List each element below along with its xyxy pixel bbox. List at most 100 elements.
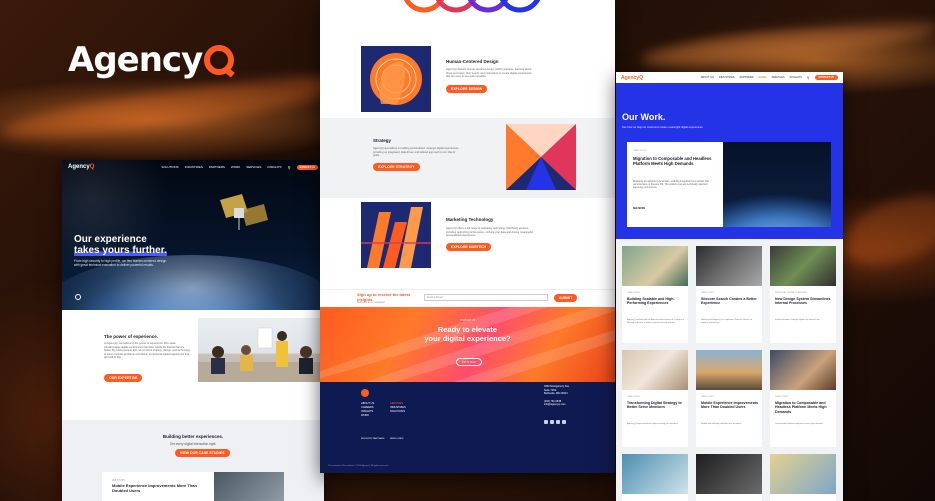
case-study-card[interactable]: AMI STUDY Mobile Experience Improvements… <box>102 472 214 501</box>
footer-link[interactable]: WORK <box>361 414 374 418</box>
people-icon <box>198 327 324 382</box>
service-hcd: Human-Centered Design AgencyQ delivers h… <box>320 44 615 116</box>
cta-kicker: CONTACT US <box>459 319 476 322</box>
service-martech: Marketing Technology AgencyQ offers a fu… <box>320 200 615 280</box>
work-hero: Our Work. See how we help our customers … <box>616 83 843 239</box>
nav-item-services[interactable]: SERVICES <box>246 165 261 169</box>
card-body: AgencyQ helped transform digital strateg… <box>627 423 679 425</box>
explore-martech-button[interactable]: EXPLORE MARTECH <box>446 243 492 251</box>
contact-button[interactable]: CONTACT US <box>296 164 318 170</box>
nav-logo[interactable]: AgencyQ <box>68 164 94 170</box>
search-icon[interactable]: ⚲ <box>807 76 810 80</box>
case-study-card[interactable]: CASE STUDY Sitecore Search Creates a Bet… <box>696 246 762 343</box>
better-title: Building better experiences. <box>162 434 224 439</box>
hero-body: From high security to high profile, we f… <box>74 259 167 268</box>
card-tag: CASE STUDY <box>627 292 641 294</box>
nav-item-industries[interactable]: INDUSTRIES <box>719 76 735 79</box>
case-tag: AMI STUDY <box>112 479 126 482</box>
card-body: AgencyQ worked with the American Associa… <box>627 319 685 324</box>
card-body: Working with AgencyQ to implement Siteco… <box>701 319 753 324</box>
power-title: The power of experience. <box>104 334 159 339</box>
cta-title: Ready to elevate your digital experience… <box>320 325 615 343</box>
card-title: New Design System Streamlines Internal P… <box>775 297 831 306</box>
service-title: Marketing Technology <box>446 217 494 222</box>
nav-item-partners[interactable]: PARTNERS <box>209 165 225 169</box>
explore-design-button[interactable]: EXPLORE DESIGN <box>446 85 488 93</box>
footer-link[interactable]: SOLUTIONS <box>390 410 406 414</box>
martech-illustration <box>361 202 431 268</box>
services-screenshot: Human-Centered Design AgencyQ delivers h… <box>320 0 615 473</box>
nav-item-insights[interactable]: INSIGHTS <box>267 165 281 169</box>
search-icon[interactable]: ⚲ <box>288 165 291 170</box>
view-case-studies-button[interactable]: VIEW OUR CASE STUDIES <box>175 449 230 457</box>
expertise-button[interactable]: OUR EXPERTISE <box>104 374 143 382</box>
contact-button[interactable]: CONTACT US <box>814 75 838 80</box>
footer-links-col1: ABOUT US CAREERS INSIGHTS WORK <box>361 402 374 418</box>
case-study-card[interactable] <box>696 454 762 501</box>
facebook-icon[interactable] <box>550 420 554 424</box>
play-icon[interactable] <box>75 294 81 300</box>
case-study-card[interactable]: CASE STUDY Transforming Digital Strategy… <box>622 350 688 447</box>
nav-item-about[interactable]: ABOUT US <box>701 76 714 79</box>
hero-body: See how we help our customers create mea… <box>622 126 704 129</box>
page-title: Our Work. <box>622 112 666 122</box>
case-tag: CASE STUDY <box>633 150 647 152</box>
newsletter-signup: Sign up to receive the latest insights. … <box>320 289 615 307</box>
featured-case-card[interactable]: CASE STUDY Migration to Composable and H… <box>627 142 723 227</box>
footer-logo-icon[interactable] <box>361 389 369 397</box>
nav-item-work[interactable]: WORK <box>231 165 240 169</box>
case-study-card[interactable]: CASE STUDY Mobile Experience Improvement… <box>696 350 762 447</box>
case-study-card[interactable] <box>770 454 836 501</box>
service-body: AgencyQ delivers human-centered design (… <box>446 68 532 79</box>
service-body: AgencyQ specializes in building personal… <box>373 147 460 158</box>
nav-item-services[interactable]: SERVICES <box>772 76 785 79</box>
card-image <box>696 454 762 494</box>
nav-item-insights[interactable]: INSIGHTS <box>790 76 802 79</box>
lets-talk-button[interactable]: LET'S TALK <box>456 358 482 366</box>
card-image <box>770 246 836 286</box>
linkedin-icon[interactable] <box>544 420 548 424</box>
service-title: Human-Centered Design <box>446 59 499 64</box>
head-profile-icon <box>370 53 422 105</box>
card-tag: CASE STUDY <box>627 396 641 398</box>
hero-section: AgencyQ SOLUTIONS INDUSTRIES PARTNERS WO… <box>62 160 324 365</box>
card-body: Composable platform migration meets high… <box>775 423 824 425</box>
email-field[interactable]: Email Address* <box>424 294 548 301</box>
top-nav: AgencyQ ABOUT US INDUSTRIES PARTNERS WOR… <box>616 72 843 83</box>
card-image <box>770 350 836 390</box>
case-study-card[interactable] <box>622 454 688 501</box>
case-title: Mobile Experience Improvements More Than… <box>112 483 197 493</box>
x-icon[interactable] <box>556 420 560 424</box>
hero-title-line2: takes yours further. <box>74 245 167 256</box>
footer-legal: The contents of this website © 2024 Agen… <box>328 465 389 467</box>
homepage-screenshot: AgencyQ SOLUTIONS INDUSTRIES PARTNERS WO… <box>62 160 324 501</box>
card-image <box>622 350 688 390</box>
nav-item-industries[interactable]: INDUSTRIES <box>185 165 203 169</box>
card-title: Mobile Experience Improvements More Than… <box>701 401 759 410</box>
nav-item-work[interactable]: WORK <box>759 76 767 79</box>
case-study-card[interactable]: PERSONAL DIGITAL CONSUMER New Design Sys… <box>770 246 836 343</box>
nav-item-partners[interactable]: PARTNERS <box>740 76 754 79</box>
nav-logo[interactable]: AgencyQ <box>621 75 643 81</box>
card-title: Transforming Digital Strategy to Better … <box>627 401 682 410</box>
card-body: Mobile-first redesign doubled user numbe… <box>701 423 742 425</box>
service-body: AgencyQ offers a full range of marketing… <box>446 227 534 238</box>
nav-item-solutions[interactable]: SOLUTIONS <box>161 165 178 169</box>
card-image <box>696 350 762 390</box>
explore-strategy-button[interactable]: EXPLORE STRATEGY <box>373 163 420 171</box>
case-studies-section: Building better experiences. Get every d… <box>62 420 324 501</box>
case-study-card[interactable]: CASE STUDY Migration to Composable and H… <box>770 350 836 447</box>
card-tag: CASE STUDY <box>701 292 715 294</box>
partners-title: INDUSTRY PARTNERS <box>361 438 385 440</box>
case-study-card[interactable]: CASE STUDY Building Scalable and High-Pe… <box>622 246 688 343</box>
hero-title-line1: Our experience <box>74 234 147 245</box>
card-title: Building Scalable and High-Performing Ex… <box>627 297 675 306</box>
email-link[interactable]: info@agencyq.com <box>544 403 594 407</box>
youtube-icon[interactable] <box>562 420 566 424</box>
featured-title: Migration to Composable and Headless Pla… <box>633 156 712 166</box>
signup-label: Sign up to receive the latest insights. <box>357 292 411 302</box>
submit-button[interactable]: SUBMIT <box>554 294 578 302</box>
see-more-link[interactable]: SEE MORE <box>633 208 645 210</box>
featured-body: Workshop of Institution’s generation, en… <box>633 181 709 190</box>
site-footer: ABOUT US CAREERS INSIGHTS WORK SERVICES … <box>320 382 615 473</box>
